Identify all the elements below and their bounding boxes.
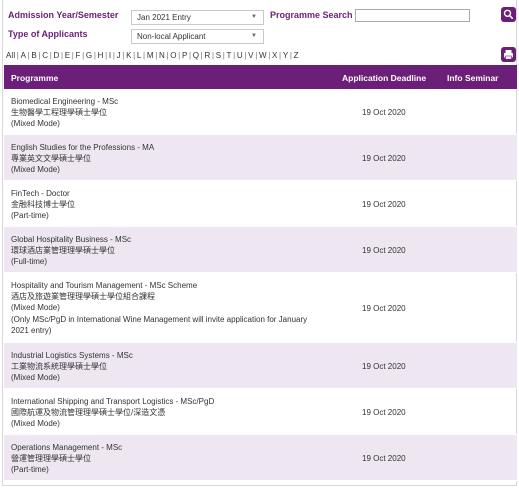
programme-note: (Only MSc/PgD in International Wine Mana… [11, 314, 308, 335]
admission-year-value: Jan 2021 Entry [137, 13, 191, 22]
programme-mode: (Mixed Mode) [11, 303, 60, 313]
print-button[interactable] [501, 47, 516, 62]
programme-name[interactable]: Global Hospitality Business - MSc [11, 234, 131, 245]
programme-mode: (Full-time) [11, 257, 47, 267]
table-row[interactable]: FinTech - Doctor 金融科技博士學位 (Part-time) 19 O… [4, 181, 517, 227]
programme-search-label: Programme Search [270, 10, 353, 20]
application-deadline: 19 Oct 2020 [362, 362, 406, 371]
programme-mode: (Mixed Mode) [11, 373, 60, 383]
programme-chinese-name: 酒店及旅遊業管理理學碩士學位組合課程 [11, 292, 155, 302]
alphabet-link-v[interactable]: V [248, 51, 253, 60]
programme-table: Biomedical Engineering - MSc 生物醫學工程理學碩士學位… [4, 89, 517, 481]
search-button[interactable] [501, 7, 516, 22]
table-row[interactable]: Biomedical Engineering - MSc 生物醫學工程理學碩士學位… [4, 89, 517, 135]
programme-mode: (Mixed Mode) [11, 119, 60, 129]
alphabet-link-f[interactable]: F [76, 51, 81, 60]
column-header-seminar: Info Seminar [447, 73, 499, 83]
programme-mode: (Part-time) [11, 465, 49, 475]
table-row[interactable]: Industrial Logistics Systems - MSc 工業物流系統… [4, 343, 517, 389]
chevron-down-icon: ▼ [251, 14, 257, 20]
alphabet-link-t[interactable]: T [227, 51, 232, 60]
application-deadline: 19 Oct 2020 [362, 304, 406, 313]
column-header-programme: Programme [11, 73, 59, 83]
applicant-type-label: Type of Applicants [8, 29, 88, 39]
application-deadline: 19 Oct 2020 [362, 454, 406, 463]
programme-mode: (Mixed Mode) [11, 165, 60, 175]
application-deadline: 19 Oct 2020 [362, 246, 406, 255]
alphabet-link-z[interactable]: Z [294, 51, 299, 60]
alphabet-link-all[interactable]: All [6, 51, 15, 60]
application-deadline: 19 Oct 2020 [362, 154, 406, 163]
alphabet-filter: All | A | B | C | D | E | F | G | H | I | J | K | L | M | N | O | P | Q | R |… [6, 51, 299, 60]
alphabet-link-b[interactable]: B [31, 51, 36, 60]
column-header-deadline: Application Deadline [342, 73, 427, 83]
programme-chinese-name: 工業物流系統理學碩士學位 [11, 362, 107, 372]
programme-search-input[interactable] [355, 9, 470, 22]
programme-name[interactable]: FinTech - Doctor [11, 188, 75, 199]
programme-name[interactable]: Biomedical Engineering - MSc [11, 96, 118, 107]
programme-chinese-name: 國際航運及物流管理理學碩士學位/深造文憑 [11, 408, 166, 418]
alphabet-link-w[interactable]: W [259, 51, 267, 60]
table-row[interactable]: Operations Management - MSc 營運管理理學碩士學位 (Pa… [4, 435, 517, 481]
programme-name[interactable]: Industrial Logistics Systems - MSc [11, 350, 133, 361]
admission-year-label: Admission Year/Semester [8, 10, 119, 20]
programme-chinese-name: 環球酒店業管理理學碩士學位 [11, 246, 115, 256]
admission-year-select[interactable]: Jan 2021 Entry ▼ [131, 10, 264, 25]
alphabet-link-m[interactable]: M [147, 51, 154, 60]
application-deadline: 19 Oct 2020 [362, 108, 406, 117]
programme-chinese-name: 金融科技博士學位 [11, 200, 75, 210]
programme-mode: (Mixed Mode) [11, 419, 60, 429]
programme-chinese-name: 營運管理理學碩士學位 [11, 454, 91, 464]
programme-name[interactable]: English Studies for the Professions - MA [11, 142, 154, 153]
alphabet-link-n[interactable]: N [159, 51, 165, 60]
applicant-type-value: Non-local Applicant [137, 32, 206, 41]
alphabet-link-h[interactable]: H [98, 51, 104, 60]
programme-chinese-name: 生物醫學工程理學碩士學位 [11, 108, 107, 118]
print-icon [504, 50, 513, 60]
alphabet-link-k[interactable]: K [126, 51, 131, 60]
table-row[interactable]: Global Hospitality Business - MSc 環球酒店業管理… [4, 227, 517, 273]
table-row[interactable]: Hospitality and Tourism Management - MSc… [4, 273, 517, 343]
chevron-down-icon: ▼ [251, 33, 257, 39]
programme-mode: (Part-time) [11, 211, 49, 221]
alphabet-link-u[interactable]: U [237, 51, 243, 60]
application-deadline: 19 Oct 2020 [362, 408, 406, 417]
application-deadline: 19 Oct 2020 [362, 200, 406, 209]
programme-chinese-name: 專業英文文學碩士學位 [11, 154, 91, 164]
programme-name[interactable]: Operations Management - MSc [11, 442, 122, 453]
programme-name[interactable]: Hospitality and Tourism Management - MSc… [11, 280, 311, 291]
table-row[interactable]: International Shipping and Transport Log… [4, 389, 517, 435]
programme-name[interactable]: International Shipping and Transport Log… [11, 396, 214, 407]
alphabet-link-o[interactable]: O [170, 51, 176, 60]
table-header: Programme Application Deadline Info Semi… [4, 65, 517, 89]
applicant-type-select[interactable]: Non-local Applicant ▼ [131, 29, 264, 44]
search-icon [503, 9, 513, 19]
table-row[interactable]: English Studies for the Professions - MA… [4, 135, 517, 181]
